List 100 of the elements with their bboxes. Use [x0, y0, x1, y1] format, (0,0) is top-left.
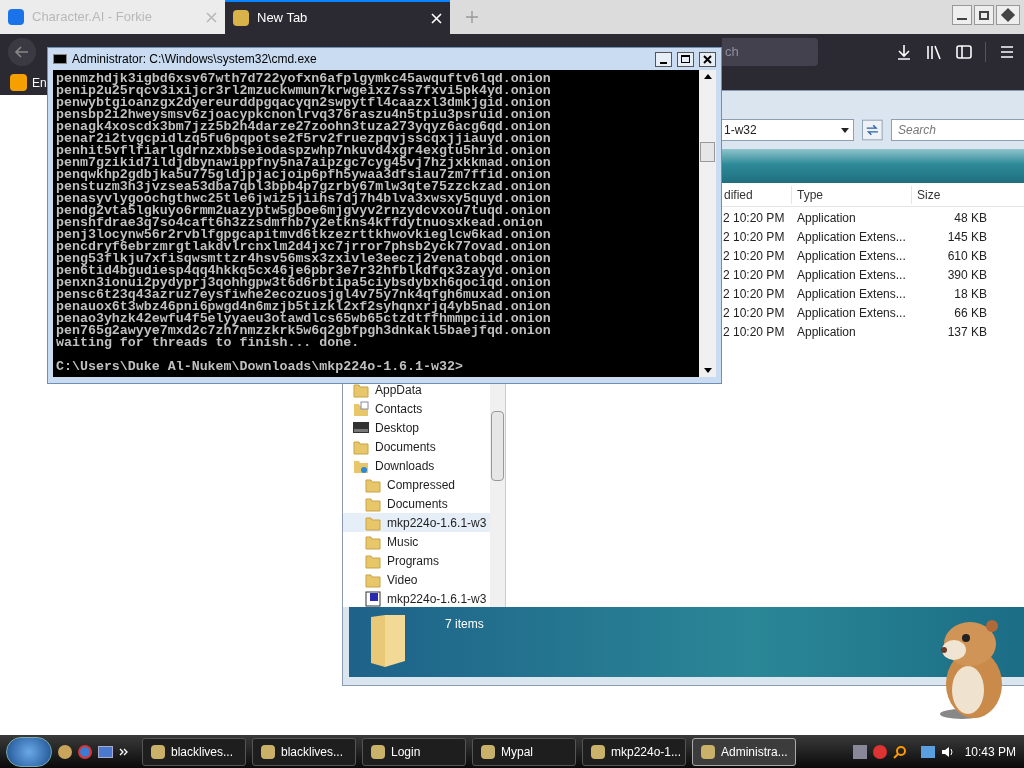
date-cell-text: 2 10:20 PM — [722, 304, 786, 322]
folder-icon — [365, 495, 381, 512]
bookmark-link[interactable]: En — [32, 73, 47, 92]
folder-icon — [353, 438, 369, 455]
console-line: penqwkhp2gdbjka5u775gldjpjacjoip6pfh5ywaa3dfsiau7zm7ffid.onion — [56, 169, 552, 181]
site-icon — [233, 10, 249, 26]
column-header[interactable]: Type — [791, 185, 911, 204]
tree-item[interactable]: Documents — [343, 437, 491, 456]
size-cell-text: 18 KB — [953, 285, 987, 303]
site-icon — [8, 9, 24, 25]
console-line: waiting for threads to finish... done. — [56, 337, 360, 349]
tree-item[interactable]: Programs — [343, 551, 491, 570]
library-icon[interactable] — [925, 43, 943, 61]
type-cell-text: Application Extens... — [796, 228, 907, 246]
tree-item[interactable]: Compressed — [343, 475, 491, 494]
contacts-folder-icon — [353, 400, 369, 417]
taskbar-button[interactable]: mkp224o-1... — [582, 737, 686, 766]
console-line: penwybtgioanzgx2dyereurddpgqacyqn2swpytfl4caazxl3dmkjgid.onion — [56, 97, 552, 109]
taskbar-button[interactable]: Login — [362, 737, 466, 766]
console-line: pen765g2awyye7mxd2c7zh7nmzzkrk5w6q2gbfpgh3dnkakl5baejfqd.onion — [56, 325, 552, 337]
browser-tab[interactable]: New Tab — [225, 0, 450, 34]
folder-icon — [365, 533, 381, 550]
start-button[interactable] — [6, 736, 52, 767]
type-cell-text: Application — [796, 323, 857, 341]
scroll-up-icon[interactable] — [703, 74, 712, 79]
download-icon[interactable] — [895, 43, 913, 61]
volume-icon[interactable] — [940, 744, 955, 759]
taskbar-button[interactable]: Administra... — [692, 737, 796, 766]
console-line: pendg2vta5lgkuyo6rmm2uazyptw5gboe6mjgvyv2rnzydcvxou7tuqd.onion — [56, 205, 552, 217]
console-line: penmzhdjk3igbd6xsv67wth7d722yofxn6afplgymkc45awquftv6lqd.onion — [56, 73, 552, 85]
size-cell-text: 137 KB — [946, 323, 987, 341]
globe-icon[interactable] — [78, 744, 92, 759]
date-cell-text: 2 10:20 PM — [722, 323, 786, 341]
console-line: pensbp2i2hweysmsv6zjoacypkcnonlrvq376raszu4n5tpiu3psruid.onion — [56, 109, 552, 121]
minimize-icon[interactable] — [952, 5, 972, 25]
console-line: pencdryf6ebrzmrgtlakdvlrcnxlm2d4jxc7jrror7phsb2yck77ovad.onion — [56, 241, 552, 253]
scroll-down-icon[interactable] — [703, 368, 712, 373]
restore-icon[interactable] — [974, 5, 994, 25]
console-line: peng53flkju7xfisqwsmttzr4hsv56msx3zxivle3eeczj2venatobqd.onion — [56, 253, 552, 265]
type-cell-text: Application Extens... — [796, 247, 907, 265]
type-cell-text: Application Extens... — [796, 285, 907, 303]
console-icon — [53, 54, 67, 64]
tree-item[interactable]: AppData — [343, 380, 491, 399]
taskbar-button[interactable]: Mypal — [472, 737, 576, 766]
sidebar-icon[interactable] — [955, 43, 973, 61]
maximize-icon[interactable] — [677, 51, 694, 67]
console-line: penar2i2tvgcpidlzq5fu6pqpotse2f5rv2fruezpqvjsscqxjjiauyd.onion — [56, 133, 552, 145]
refresh-icon[interactable] — [862, 119, 883, 141]
console-line: pensc6t23q43azruz7eysfiwhe2ecozuosjgl4v75y7nk4qfgh6muxad.onion — [56, 289, 552, 301]
tree-item[interactable]: mkp224o-1.6.1-w3 — [343, 589, 491, 608]
date-cell-text: 2 10:20 PM — [722, 247, 786, 265]
monitor-icon[interactable] — [98, 745, 113, 758]
console-line: penasyvlygoochgthwc25tle6jwiz5jiihs7dj7h4blva3xwsxy5quyd.onion — [56, 193, 552, 205]
back-icon[interactable] — [8, 38, 36, 66]
chevron-icon[interactable] — [119, 747, 128, 756]
size-cell-text: 390 KB — [946, 266, 987, 284]
tree-item[interactable]: Video — [343, 570, 491, 589]
clock: 10:43 PM — [964, 743, 1016, 761]
folder-icon — [353, 381, 369, 398]
scroll-thumb[interactable] — [700, 142, 715, 162]
size-cell-text: 66 KB — [953, 304, 987, 322]
taskbar-button[interactable]: blacklives... — [252, 737, 356, 766]
search-icon[interactable] — [892, 744, 907, 759]
folder-icon — [365, 552, 381, 569]
minimize-icon[interactable] — [655, 51, 672, 67]
type-cell-text: Application Extens... — [796, 304, 907, 322]
menu-icon[interactable] — [998, 43, 1016, 61]
scrollbar[interactable] — [699, 70, 716, 377]
date-cell-text: 2 10:20 PM — [722, 228, 786, 246]
site-icon — [10, 74, 27, 91]
scroll-thumb[interactable] — [491, 411, 505, 481]
size-cell-text: 610 KB — [946, 247, 987, 265]
tree-item[interactable]: Documents — [343, 494, 491, 513]
console-line: penxn3ionui2pydyprj3qohhgpw3t6d6rbtipa5ciybsdybxh6qociqd.onion — [56, 277, 552, 289]
type-cell-text: Application Extens... — [796, 266, 907, 284]
address-field[interactable]: 1-w32 — [721, 119, 855, 141]
console-line: penshfdrae3q7so4caft6h3zzsdmfhb7y2etkns4kffdytnuosxkead.onion — [56, 217, 543, 229]
item-count: 7 items — [445, 616, 484, 633]
console-line: penao3yhzk42ewfu4f5elyyaeu3otawdlcs65wb65ctzdtffhmmpciid.onion — [56, 313, 552, 325]
dropdown-icon[interactable] — [841, 127, 850, 133]
search-field[interactable]: Search — [891, 119, 1024, 141]
tree-item[interactable]: Desktop — [343, 418, 491, 437]
console-line: penstuzm3h3jvzsea53dba7qbl3bpb4p7gzrby67mlw3qte75zzckzad.onion — [56, 181, 552, 193]
window-title: Administrator: C:\Windows\system32\cmd.exe — [72, 51, 318, 68]
tree-item[interactable]: Music — [343, 532, 491, 551]
date-cell-text: 2 10:20 PM — [722, 209, 786, 227]
scrollbar[interactable] — [490, 383, 505, 607]
tree-item[interactable]: Contacts — [343, 399, 491, 418]
date-cell-text: 2 10:20 PM — [722, 285, 786, 303]
folder-icon — [365, 476, 381, 493]
console-line: penip2u25rqcv3ixijcr3rl2mzuckwmun7krwgeixz7ss7fxvi5pk4yd.onion — [56, 85, 552, 97]
type-cell-text: Application — [796, 209, 857, 227]
taskbar-button[interactable]: blacklives... — [142, 737, 246, 766]
tree-item[interactable]: Downloads — [343, 456, 491, 475]
tree-item[interactable]: mkp224o-1.6.1-w3 — [343, 513, 491, 532]
size-cell-text: 145 KB — [946, 228, 987, 246]
folder-icon — [365, 514, 381, 531]
column-header[interactable]: Size — [911, 185, 987, 204]
folder-icon — [365, 571, 381, 588]
monitor-icon — [353, 420, 369, 435]
